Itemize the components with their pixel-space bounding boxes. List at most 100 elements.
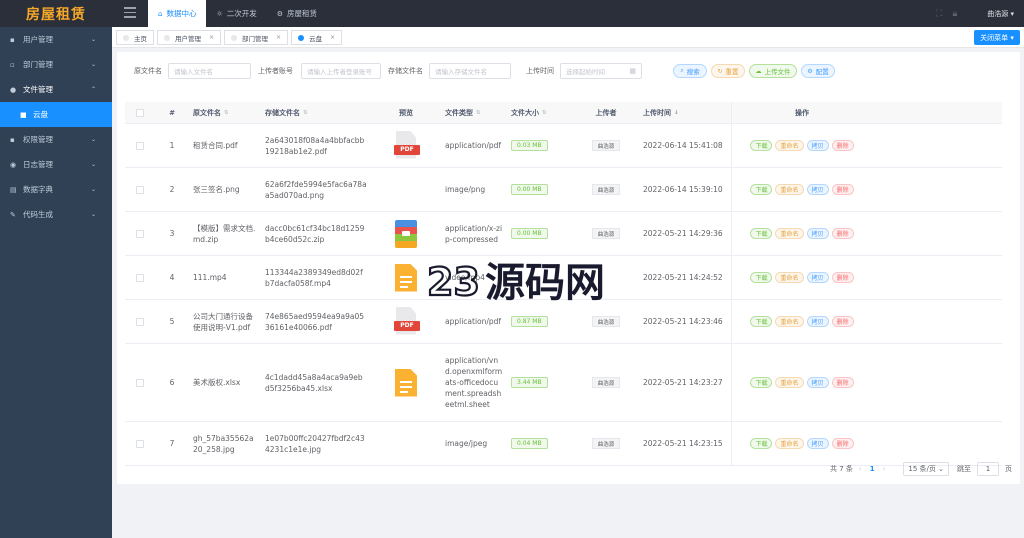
- uploader-badge: 曲浩源: [591, 316, 621, 327]
- reset-button[interactable]: ↻ 重置: [711, 64, 745, 78]
- table-header: # 原文件名 ⇅ 存储文件名 ⇅ 预览 文件类型 ⇅ 文件大小 ⇅ 上传者 上传时间 ↓ …: [125, 101, 1002, 124]
- preview-cell[interactable]: PDF: [371, 130, 441, 161]
- rename-button[interactable]: 重命名: [775, 184, 804, 195]
- row-checkbox[interactable]: [136, 141, 144, 150]
- file-icon: ●: [10, 85, 17, 94]
- download-button[interactable]: 下载: [750, 228, 773, 239]
- row-checkbox[interactable]: [136, 378, 144, 387]
- lock-icon[interactable]: 🔒︎: [952, 9, 957, 19]
- download-button[interactable]: 下载: [750, 184, 773, 195]
- delete-button[interactable]: 删除: [831, 140, 854, 151]
- row-checkbox[interactable]: [136, 439, 144, 448]
- row-checkbox[interactable]: [136, 185, 144, 194]
- delete-button[interactable]: 删除: [831, 228, 854, 239]
- download-button[interactable]: 下载: [750, 438, 773, 449]
- download-button[interactable]: 下载: [750, 140, 773, 151]
- copy-button[interactable]: 拷贝: [806, 272, 829, 283]
- table-row[interactable]: 2 张三签名.png 62a6f2fde5994e5fac6a78aa5ad070a…: [125, 168, 1002, 212]
- config-button[interactable]: ⚙ 配置: [801, 64, 835, 78]
- prev-page-icon[interactable]: ‹: [859, 465, 862, 473]
- upload-time-picker[interactable]: 选择起始时间 ▦: [560, 63, 642, 79]
- delete-button[interactable]: 删除: [831, 272, 854, 283]
- copy-button[interactable]: 拷贝: [806, 316, 829, 327]
- rename-button[interactable]: 重命名: [775, 316, 804, 327]
- tag-departments[interactable]: 部门管理 ×: [224, 30, 289, 45]
- close-icon[interactable]: ×: [276, 34, 281, 41]
- tag-users[interactable]: 用户管理 ×: [157, 30, 222, 45]
- col-preview: 预览: [399, 108, 413, 117]
- row-checkbox[interactable]: [136, 229, 144, 238]
- copy-button[interactable]: 拷贝: [806, 184, 829, 195]
- close-icon[interactable]: ×: [330, 34, 335, 41]
- copy-button[interactable]: 拷贝: [806, 377, 829, 388]
- page-number[interactable]: 1: [870, 465, 875, 473]
- delete-button[interactable]: 删除: [831, 438, 854, 449]
- tab-house-rental[interactable]: ⚙ 房屋租赁: [267, 0, 327, 27]
- col-upload-time[interactable]: 上传时间 ↓: [639, 108, 731, 118]
- tab-secondary-dev[interactable]: ☼ 二次开发: [206, 0, 266, 27]
- sidebar-item-logs[interactable]: ◉ 日志管理 ⌄: [0, 152, 112, 177]
- row-index: 7: [169, 439, 175, 448]
- upload-time: 2022-05-21 14:24:52: [643, 273, 723, 282]
- table-row[interactable]: 7 gh_57ba35562a20_258.jpg 1e07b00ffc20427f…: [125, 422, 1002, 466]
- preview-cell[interactable]: PDF: [371, 306, 441, 337]
- col-stored-name[interactable]: 存储文件名 ⇅: [261, 108, 371, 118]
- tag-cloud-drive[interactable]: 云盘 ×: [291, 30, 343, 45]
- table-row[interactable]: 5 公司大门通行设备使用说明-V1.pdf 74e865aed9594ea9a9a0…: [125, 300, 1002, 344]
- copy-button[interactable]: 拷贝: [806, 140, 829, 151]
- preview-cell[interactable]: [371, 368, 441, 397]
- row-checkbox[interactable]: [136, 273, 144, 282]
- table-row[interactable]: 1 租赁合同.pdf 2a643018f08a4a4bbfacbb19218ab1e…: [125, 124, 1002, 168]
- close-menu-button[interactable]: 关闭菜单 ▾: [974, 30, 1020, 45]
- row-checkbox[interactable]: [136, 317, 144, 326]
- uploader-input[interactable]: 请输入上传者登录账号: [301, 63, 381, 79]
- chevron-down-icon: ⌄: [90, 186, 96, 193]
- rename-button[interactable]: 重命名: [775, 140, 804, 151]
- download-button[interactable]: 下载: [750, 377, 773, 388]
- col-index: #: [169, 108, 175, 117]
- col-size[interactable]: 文件大小 ⇅: [507, 108, 573, 118]
- folder-icon: ■: [20, 110, 27, 119]
- sidebar-item-files[interactable]: ● 文件管理 ⌃: [0, 77, 112, 102]
- search-button[interactable]: ⌕ 搜索: [673, 64, 707, 78]
- user-menu[interactable]: 曲浩源 ▾: [987, 9, 1014, 19]
- copy-button[interactable]: 拷贝: [806, 438, 829, 449]
- rename-button[interactable]: 重命名: [775, 438, 804, 449]
- sidebar-item-permissions[interactable]: ▪ 权限管理 ⌄: [0, 127, 112, 152]
- fullscreen-icon[interactable]: ⛶: [936, 9, 942, 19]
- select-all-checkbox[interactable]: [136, 108, 144, 117]
- tag-home[interactable]: 主页: [116, 30, 154, 45]
- upload-time: 2022-05-21 14:23:46: [643, 317, 723, 326]
- next-page-icon[interactable]: ›: [883, 465, 886, 473]
- rename-button[interactable]: 重命名: [775, 272, 804, 283]
- sidebar-item-codegen[interactable]: ✎ 代码生成 ⌄: [0, 202, 112, 227]
- delete-button[interactable]: 删除: [831, 377, 854, 388]
- download-button[interactable]: 下载: [750, 316, 773, 327]
- stored-name-input[interactable]: 请输入存储文件名: [429, 63, 511, 79]
- table-row[interactable]: 3 【模版】需求文档.md.zip dacc0bc61cf34bc18d1259b4…: [125, 212, 1002, 256]
- gear-icon: ⚙: [807, 67, 813, 75]
- rename-button[interactable]: 重命名: [775, 377, 804, 388]
- tab-data-center[interactable]: ⌂ 数据中心: [148, 0, 207, 27]
- sidebar-item-dictionary[interactable]: ▤ 数据字典 ⌄: [0, 177, 112, 202]
- col-type[interactable]: 文件类型 ⇅: [441, 108, 507, 118]
- copy-button[interactable]: 拷贝: [806, 228, 829, 239]
- table-row[interactable]: 6 美术版权.xlsx 4c1dadd45a8a4aca9a9ebd5f3256ba…: [125, 344, 1002, 422]
- original-name-input[interactable]: 请输入文件名: [168, 63, 251, 79]
- sidebar-item-cloud-drive[interactable]: ■ 云盘: [0, 102, 112, 127]
- sidebar-item-departments[interactable]: ▫ 部门管理 ⌄: [0, 52, 112, 77]
- delete-button[interactable]: 删除: [831, 316, 854, 327]
- download-button[interactable]: 下载: [750, 272, 773, 283]
- rename-button[interactable]: 重命名: [775, 228, 804, 239]
- preview-cell[interactable]: [371, 219, 441, 248]
- close-icon[interactable]: ×: [209, 34, 214, 41]
- upload-button[interactable]: ☁ 上传文件: [749, 64, 797, 78]
- page-size-select[interactable]: 15 条/页 ⌄: [903, 462, 949, 476]
- row-select-cell: [125, 229, 155, 238]
- jump-input[interactable]: 1: [977, 462, 999, 476]
- delete-button[interactable]: 删除: [831, 184, 854, 195]
- sidebar-item-users[interactable]: ▪ 用户管理 ⌄: [0, 27, 112, 52]
- col-original-name[interactable]: 原文件名 ⇅: [189, 108, 261, 118]
- sort-icon: ⇅: [542, 109, 547, 116]
- hamburger-icon[interactable]: [124, 7, 136, 19]
